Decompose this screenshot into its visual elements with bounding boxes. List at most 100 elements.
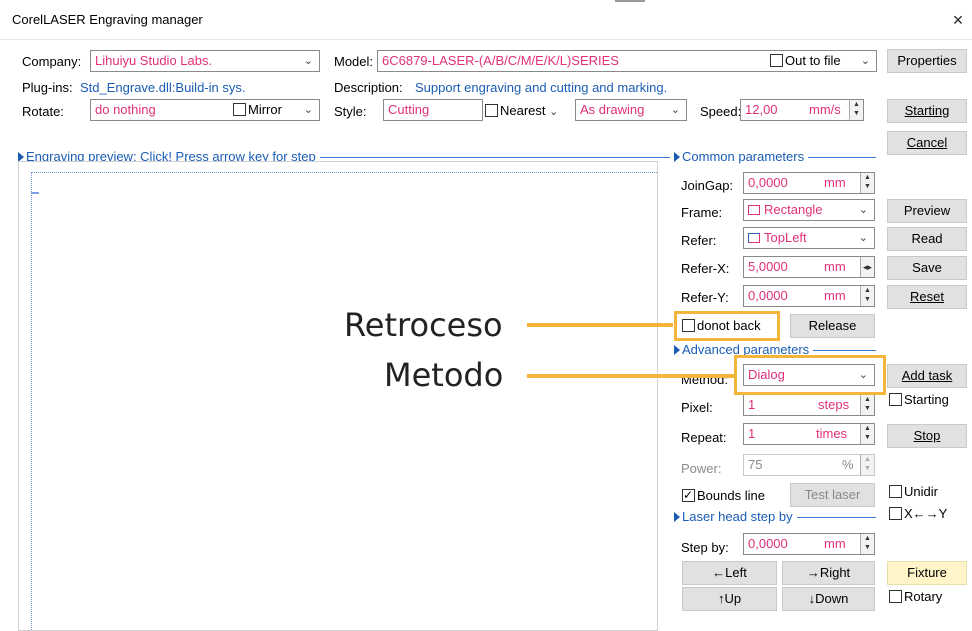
refer-label: Refer: <box>681 233 717 248</box>
company-label: Company: <box>22 54 82 69</box>
rotate-select[interactable]: do nothing Mirror ⌄ <box>90 99 320 121</box>
chevron-down-icon: ⌄ <box>303 104 313 116</box>
unidir-checkbox[interactable]: Unidir <box>889 484 938 500</box>
joingap-value: 0,0000 <box>748 175 788 190</box>
stepby-field[interactable]: 0,0000 mm ▲ ▼ <box>743 533 875 555</box>
frame-value: Rectangle <box>764 202 823 217</box>
repeat-field[interactable]: 1 times ▲ ▼ <box>743 423 875 445</box>
company-select[interactable]: Lihuiyu Studio Labs. ⌄ <box>90 50 320 72</box>
read-button[interactable]: Read <box>887 227 967 251</box>
rotary-checkbox[interactable]: Rotary <box>889 589 942 605</box>
checkbox-box-icon <box>889 485 902 498</box>
move-up-button[interactable]: ↑Up <box>682 587 777 611</box>
spinner-arrows-icon[interactable]: ▲ ▼ <box>860 173 874 193</box>
spinner-arrows-icon[interactable]: ▲ ▼ <box>860 424 874 444</box>
repeat-value: 1 <box>748 426 756 441</box>
bounds-line-checkbox[interactable]: Bounds line <box>682 487 765 504</box>
starting-button[interactable]: Starting <box>887 99 967 123</box>
move-left-button[interactable]: ←Left <box>682 561 777 585</box>
engraving-preview-canvas[interactable] <box>18 161 658 631</box>
test-laser-button[interactable]: Test laser <box>790 483 875 507</box>
spinner-arrows-icon[interactable]: ▲ ▼ <box>860 534 874 554</box>
starting-checkbox-label: Starting <box>904 392 949 407</box>
joingap-field[interactable]: 0,0000 mm ▲ ▼ <box>743 172 875 194</box>
style-field[interactable]: Cutting <box>383 99 483 121</box>
refery-field[interactable]: 0,0000 mm ▲ ▼ <box>743 285 875 307</box>
move-down-button[interactable]: ↓Down <box>782 587 875 611</box>
callout-metodo: Metodo <box>384 356 504 394</box>
chevron-down-icon: ⌄ <box>303 55 313 67</box>
chevron-down-icon: ⌄ <box>858 232 868 244</box>
frame-select[interactable]: Rectangle ⌄ <box>743 199 875 221</box>
callout-retroceso-line <box>527 323 673 327</box>
window-title: CorelLASER Engraving manager <box>12 12 203 27</box>
xy-swap-label: X←→Y <box>904 506 948 521</box>
checkbox-box-icon <box>889 590 902 603</box>
pixel-label: Pixel: <box>681 400 713 415</box>
move-right-button[interactable]: →Right <box>782 561 875 585</box>
add-task-button[interactable]: Add task <box>887 364 967 388</box>
checkbox-box-icon <box>889 507 902 520</box>
stepby-label: Step by: <box>681 540 729 555</box>
spinner-arrows-icon[interactable]: ▲ ▼ <box>860 286 874 306</box>
referx-field[interactable]: 5,0000 mm ◂▸ <box>743 256 875 278</box>
bounds-line-label: Bounds line <box>697 488 765 503</box>
checkbox-checked-icon <box>682 487 695 503</box>
refer-select[interactable]: TopLeft ⌄ <box>743 227 875 249</box>
model-select[interactable]: 6C6879-LASER-(A/B/C/M/E/K/L)SERIES Out t… <box>377 50 877 72</box>
nearest-checkbox[interactable]: Nearest ⌄ <box>485 103 558 120</box>
engraving-manager-window: CorelLASER Engraving manager × Company: … <box>0 0 972 631</box>
company-value: Lihuiyu Studio Labs. <box>95 53 213 68</box>
left-right-arrows-icon[interactable]: ◂▸ <box>860 257 874 277</box>
spinner-arrows-icon[interactable]: ▲ ▼ <box>860 395 874 415</box>
properties-button[interactable]: Properties <box>887 49 967 73</box>
model-value: 6C6879-LASER-(A/B/C/M/E/K/L)SERIES <box>382 53 619 68</box>
speed-field[interactable]: 12,00 mm/s ▲ ▼ <box>740 99 864 121</box>
close-icon[interactable]: × <box>944 6 972 34</box>
description-value: Support engraving and cutting and markin… <box>415 80 668 95</box>
reset-button[interactable]: Reset <box>887 285 967 309</box>
save-button[interactable]: Save <box>887 256 967 280</box>
mirror-label: Mirror <box>248 102 282 117</box>
preview-button[interactable]: Preview <box>887 199 967 223</box>
cancel-button[interactable]: Cancel <box>887 131 967 155</box>
starting-checkbox[interactable]: Starting <box>889 392 949 408</box>
laser-head-section-title: Laser head step by <box>674 509 797 524</box>
preview-guide-line <box>31 172 32 630</box>
power-unit: % <box>842 457 854 472</box>
stop-button[interactable]: Stop <box>887 424 967 448</box>
joingap-unit: mm <box>824 175 846 190</box>
power-value: 75 <box>748 457 763 472</box>
power-label: Power: <box>681 461 722 476</box>
refery-label: Refer-Y: <box>681 290 729 305</box>
spinner-arrows-icon: ▲ ▼ <box>860 455 874 475</box>
spinner-arrows-icon[interactable]: ▲ ▼ <box>849 100 863 120</box>
out-to-file-checkbox[interactable]: Out to file <box>770 53 841 69</box>
mirror-checkbox[interactable]: Mirror <box>233 102 282 118</box>
nearest-label: Nearest <box>500 103 546 118</box>
power-field: 75 % ▲ ▼ <box>743 454 875 476</box>
callout-metodo-line <box>527 374 735 378</box>
origin-marker-icon <box>31 192 39 194</box>
xy-swap-checkbox[interactable]: X←→Y <box>889 506 947 522</box>
fixture-button[interactable]: Fixture <box>887 561 967 585</box>
model-label: Model: <box>334 54 374 69</box>
preview-guide-line <box>31 172 657 173</box>
common-section-title: Common parameters <box>674 149 809 164</box>
repeat-label: Repeat: <box>681 430 727 445</box>
release-button[interactable]: Release <box>790 314 875 338</box>
rectangle-icon <box>748 205 760 215</box>
frame-label: Frame: <box>681 205 723 220</box>
stepby-unit: mm <box>824 536 846 551</box>
style-label: Style: <box>334 104 367 119</box>
checkbox-box-icon <box>485 104 498 117</box>
triangle-right-icon <box>674 345 680 355</box>
title-bar: CorelLASER Engraving manager × <box>0 0 972 40</box>
pixel-field[interactable]: 1 steps ▲ ▼ <box>743 394 875 416</box>
rotary-label: Rotary <box>904 589 943 604</box>
drawing-select[interactable]: As drawing ⌄ <box>575 99 687 121</box>
laser-head-title-text: Laser head step by <box>682 509 793 524</box>
pixel-unit: steps <box>818 397 850 412</box>
refer-value: TopLeft <box>764 230 807 245</box>
rotate-value: do nothing <box>95 102 156 117</box>
